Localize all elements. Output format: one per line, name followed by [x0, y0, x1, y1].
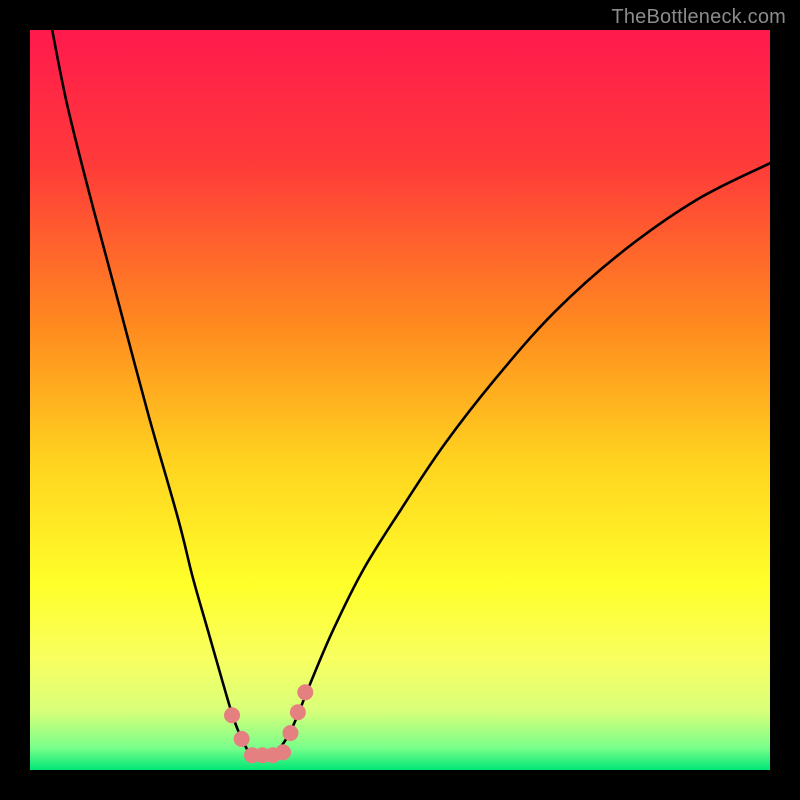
highlight-marker	[290, 704, 306, 720]
watermark-text: TheBottleneck.com	[611, 6, 786, 29]
highlight-marker	[282, 725, 298, 741]
plot-area	[30, 30, 770, 770]
highlight-marker	[297, 684, 313, 700]
highlight-marker	[224, 707, 240, 723]
highlight-marker	[275, 744, 291, 760]
gradient-background	[30, 30, 770, 770]
chart-svg	[30, 30, 770, 770]
highlight-marker	[234, 731, 250, 747]
chart-frame: TheBottleneck.com	[0, 0, 800, 800]
